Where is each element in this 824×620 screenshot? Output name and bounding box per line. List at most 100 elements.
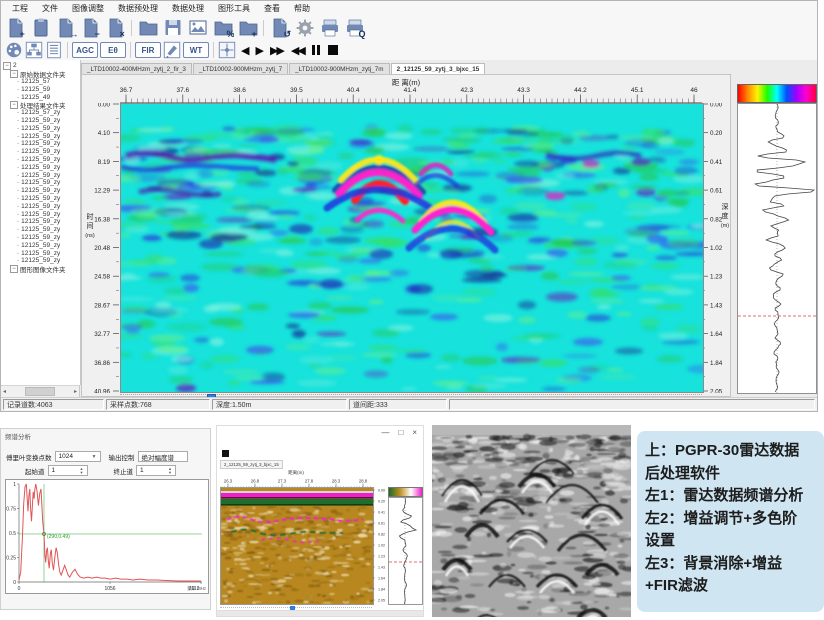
mini-radar-canvas[interactable] <box>220 487 374 605</box>
equalizer-button[interactable]: Eθ <box>100 42 126 58</box>
refresh-data-icon[interactable]: ↺ <box>267 16 292 39</box>
caption-line: +FIR滤波 <box>645 575 816 598</box>
svg-text:1056: 1056 <box>104 586 115 592</box>
tree-item-10[interactable]: -12125_59_zy <box>1 140 80 148</box>
tree-item-label: 12125_59_zy <box>21 148 60 155</box>
radar-bscan-canvas[interactable] <box>120 103 704 393</box>
mini-tab[interactable]: 2_12125_59_zytj_3_bjxc_15 <box>220 460 283 469</box>
svg-text:1.02: 1.02 <box>378 543 385 547</box>
open-folder-icon[interactable] <box>135 16 160 39</box>
close-button[interactable]: × <box>412 428 417 437</box>
wavelet-transform-button[interactable]: WT <box>183 42 209 58</box>
print-icon[interactable] <box>317 16 342 39</box>
file-tree[interactable]: −2−原始数据文件夹-12125_57-12125_59-12125_49−处理… <box>1 60 81 385</box>
menu-item-7[interactable]: 帮助 <box>287 3 317 14</box>
save-icon[interactable] <box>160 16 185 39</box>
minimize-button[interactable]: — <box>381 428 389 437</box>
play-back-button[interactable]: ◀ <box>241 44 247 57</box>
expander-icon[interactable]: − <box>10 265 18 273</box>
tree-item-3[interactable]: -12125_59 <box>1 85 80 93</box>
trace-layout-icon[interactable] <box>24 41 44 59</box>
close-file-icon[interactable]: − <box>78 16 103 39</box>
menu-item-3[interactable]: 数据预处理 <box>111 3 165 14</box>
scroll-right-icon[interactable]: ▸ <box>74 388 77 395</box>
tree-item-12[interactable]: -12125_59_zy <box>1 156 80 164</box>
tab-3[interactable]: 2_12125_59_zytj_3_bjxc_15 <box>391 63 486 74</box>
tab-2[interactable]: _LTD10002-900MHzm_zytj_7m <box>289 63 389 74</box>
tree-item-2[interactable]: -12125_57 <box>1 78 80 86</box>
plot-frame: 距 离(m) 36.737.638.639.540.441.442.343.34… <box>81 74 731 397</box>
paste-icon[interactable] <box>28 16 53 39</box>
maximize-button[interactable]: □ <box>398 428 403 437</box>
start-trace-input[interactable]: 1▲▼ <box>48 465 88 476</box>
tree-item-6[interactable]: -12125_57_zy <box>1 109 80 117</box>
expander-icon[interactable]: − <box>10 101 18 109</box>
spectrum-window: 频谱分析 傅里叶变换点数 1024▼ 输出控制 绝对幅度谱 起始道 1▲▼ 终止… <box>0 428 211 610</box>
tree-item-7[interactable]: -12125_59_zy <box>1 117 80 125</box>
tree-item-20[interactable]: -12125_59_zy <box>1 218 80 226</box>
settings-gear-icon[interactable] <box>292 16 317 39</box>
import-icon[interactable]: → <box>53 16 78 39</box>
agc-gain-button[interactable]: AGC <box>72 42 98 58</box>
menu-item-0[interactable]: 工程 <box>5 3 35 14</box>
pause-button[interactable] <box>312 45 320 55</box>
tree-item-1[interactable]: −原始数据文件夹 <box>1 70 80 78</box>
palette-icon[interactable] <box>4 41 24 59</box>
tree-item-8[interactable]: -12125_59_zy <box>1 124 80 132</box>
tree-item-23[interactable]: -12125_59_zy <box>1 241 80 249</box>
tree-item-24[interactable]: -12125_59_zy <box>1 249 80 257</box>
save-image-icon[interactable] <box>185 16 210 39</box>
expander-icon[interactable]: − <box>10 70 18 78</box>
menu-item-4[interactable]: 数据处理 <box>165 3 211 14</box>
svg-text:0.20: 0.20 <box>710 130 723 137</box>
play-forward-button[interactable]: ▶ <box>255 44 261 57</box>
tree-item-9[interactable]: -12125_59_zy <box>1 132 80 140</box>
stop-icon[interactable] <box>222 450 229 457</box>
end-trace-input[interactable]: 1▲▼ <box>136 465 176 476</box>
fast-forward-button[interactable]: ▶▶ <box>270 44 283 57</box>
tree-item-14[interactable]: -12125_59_zy <box>1 171 80 179</box>
rewind-button[interactable]: ◀◀ <box>291 44 304 57</box>
tree-item-21[interactable]: -12125_59_zy <box>1 226 80 234</box>
svg-text:32.77: 32.77 <box>94 331 110 338</box>
tree-item-26[interactable]: −图形图像文件夹 <box>1 265 80 273</box>
tree-item-11[interactable]: -12125_59_zy <box>1 148 80 156</box>
add-folder-icon[interactable]: + <box>235 16 260 39</box>
tree-item-13[interactable]: -12125_59_zy <box>1 163 80 171</box>
fft-points-select[interactable]: 1024▼ <box>55 451 101 462</box>
menu-item-1[interactable]: 文件 <box>35 3 65 14</box>
fir-filter-button[interactable]: FIR <box>135 42 161 58</box>
tree-item-label: 12125_59_zy <box>21 234 60 241</box>
spinner-icon[interactable]: ▲▼ <box>165 467 172 475</box>
export-folder-icon[interactable]: % <box>210 16 235 39</box>
tree-item-16[interactable]: -12125_59_zy <box>1 187 80 195</box>
stop-button[interactable] <box>328 45 338 55</box>
svg-text:44.2: 44.2 <box>574 87 587 94</box>
delete-file-icon[interactable]: × <box>103 16 128 39</box>
menu-item-2[interactable]: 图像调整 <box>65 3 111 14</box>
print-preview-icon[interactable]: Q <box>342 16 367 39</box>
tree-leaf-dash: - <box>17 86 19 93</box>
tree-item-19[interactable]: -12125_59_zy <box>1 210 80 218</box>
scroll-left-icon[interactable]: ◂ <box>3 388 6 395</box>
tree-item-18[interactable]: -12125_59_zy <box>1 202 80 210</box>
tab-0[interactable]: _LTD10002-400MHzm_zytj_2_fir_3 <box>81 63 192 74</box>
tree-item-15[interactable]: -12125_59_zy <box>1 179 80 187</box>
center-align-icon[interactable] <box>217 41 237 59</box>
tree-item-17[interactable]: -12125_59_zy <box>1 195 80 203</box>
data-list-icon[interactable] <box>44 41 64 59</box>
tree-horizontal-scrollbar[interactable]: ◂ ▸ <box>1 385 80 397</box>
tab-1[interactable]: _LTD10002-900MHzm_zytj_7 <box>193 63 288 74</box>
output-control-select[interactable]: 绝对幅度谱 <box>138 451 188 462</box>
edit-brush-icon[interactable] <box>162 41 182 59</box>
expander-icon[interactable]: − <box>3 62 11 70</box>
menu-item-6[interactable]: 查看 <box>257 3 287 14</box>
new-file-icon[interactable]: + <box>3 16 28 39</box>
spinner-icon[interactable]: ▲▼ <box>77 467 84 475</box>
tree-item-22[interactable]: -12125_59_zy <box>1 234 80 242</box>
tree-leaf-dash: - <box>17 172 19 179</box>
menu-item-5[interactable]: 图形工具 <box>211 3 257 14</box>
tree-item-5[interactable]: −处理结果文件夹 <box>1 101 80 109</box>
scroll-thumb[interactable] <box>25 387 55 396</box>
svg-text:26.8: 26.8 <box>251 479 260 484</box>
